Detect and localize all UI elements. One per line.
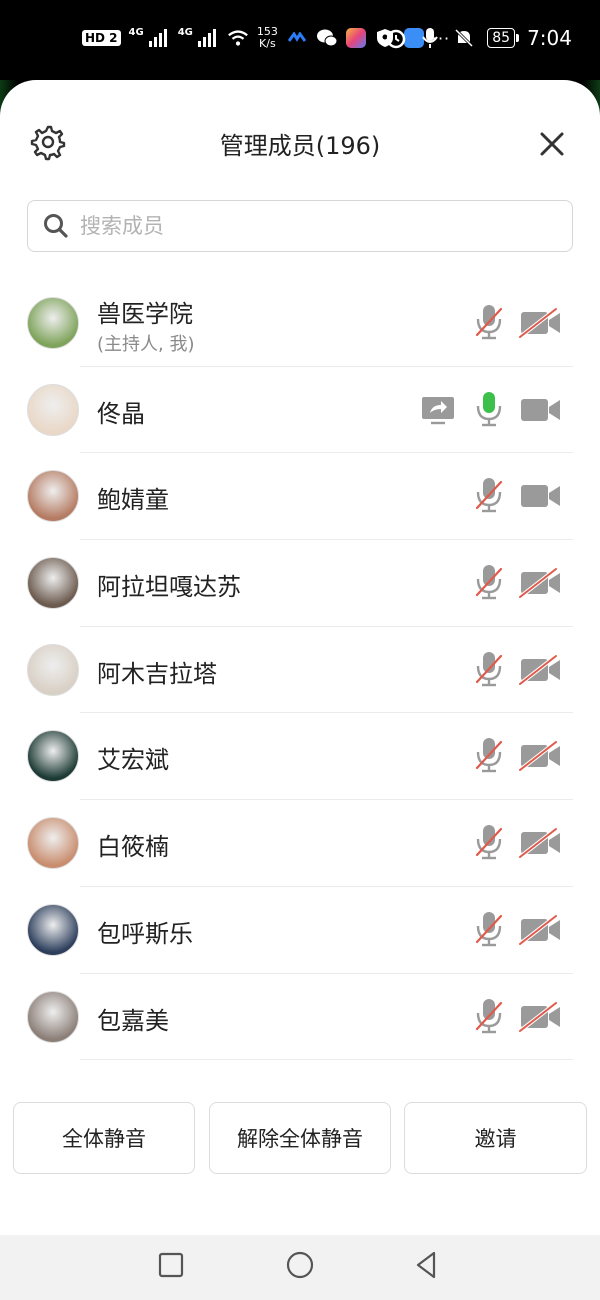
member-list: 兽医学院 (主持人, 我) 佟晶鲍婧童阿拉坦嘎达苏 阿木吉拉塔艾宏斌白筱楠包呼斯乐包嘉… bbox=[0, 280, 600, 1061]
avatar bbox=[27, 990, 79, 1043]
home-icon[interactable] bbox=[284, 1249, 316, 1281]
mic-muted-icon[interactable] bbox=[474, 476, 504, 514]
avatar bbox=[27, 903, 79, 956]
avatar bbox=[27, 297, 79, 349]
search-box[interactable] bbox=[27, 200, 573, 252]
camera-off-icon[interactable] bbox=[518, 1000, 564, 1033]
app-tile-icon bbox=[345, 28, 366, 48]
hd-badge: HD 2 bbox=[82, 30, 121, 46]
clock: 7:04 bbox=[527, 26, 572, 50]
search-icon bbox=[44, 214, 68, 238]
member-name: 阿木吉拉塔 bbox=[97, 659, 217, 688]
camera-off-icon[interactable] bbox=[518, 654, 564, 686]
status-right: 85 7:04 bbox=[385, 22, 572, 54]
screen-share-icon bbox=[420, 394, 456, 426]
member-name: 兽医学院 bbox=[97, 300, 193, 328]
member-row[interactable]: 阿木吉拉塔 bbox=[0, 627, 600, 714]
member-row[interactable]: 包呼斯乐 bbox=[0, 887, 600, 974]
wechat-icon bbox=[316, 27, 338, 49]
mic-muted-icon[interactable] bbox=[474, 997, 504, 1035]
battery-indicator: 85 bbox=[487, 28, 519, 48]
sheet-header: 管理成员(196) bbox=[0, 80, 600, 200]
avatar bbox=[27, 557, 79, 610]
mic-icon[interactable] bbox=[474, 390, 504, 428]
network-type-2: 4G bbox=[177, 26, 193, 38]
avatar bbox=[27, 730, 79, 783]
member-row[interactable]: 鲍婧童 bbox=[0, 453, 600, 541]
member-name: 佟晶 bbox=[97, 399, 145, 428]
member-role: (主持人, 我) bbox=[97, 334, 195, 355]
member-name: 鲍婧童 bbox=[97, 486, 169, 515]
avatar bbox=[27, 383, 79, 436]
system-nav-bar bbox=[0, 1235, 600, 1300]
camera-off-icon[interactable] bbox=[518, 307, 564, 339]
camera-off-icon[interactable] bbox=[518, 914, 564, 946]
speed-unit: K/s bbox=[259, 37, 276, 50]
member-name: 包呼斯乐 bbox=[97, 919, 193, 948]
mic-muted-icon[interactable] bbox=[474, 910, 504, 948]
alarm-icon bbox=[385, 27, 407, 49]
camera-off-icon[interactable] bbox=[518, 567, 564, 599]
camera-icon[interactable] bbox=[518, 394, 564, 426]
mic-muted-icon[interactable] bbox=[474, 303, 504, 341]
signal-icon-2 bbox=[197, 27, 219, 49]
mute-bell-icon bbox=[453, 27, 475, 49]
member-management-sheet: 管理成员(196) 兽医学院 (主持人, 我) 佟晶鲍婧童阿拉坦嘎达苏阿木吉拉塔艾宏… bbox=[0, 80, 600, 1235]
meeting-app-icon bbox=[286, 27, 308, 49]
recent-apps-icon[interactable] bbox=[155, 1249, 187, 1281]
member-name: 白筱楠 bbox=[97, 833, 169, 862]
avatar bbox=[27, 470, 79, 523]
back-icon[interactable] bbox=[410, 1249, 442, 1281]
network-speed: 153 K/s bbox=[257, 26, 278, 50]
wifi-icon bbox=[227, 27, 249, 49]
page-title: 管理成员(196) bbox=[219, 132, 381, 160]
member-name: 阿拉坦嘎达苏 bbox=[97, 573, 241, 602]
member-row[interactable]: 阿拉坦嘎达苏 bbox=[0, 540, 600, 627]
close-icon[interactable] bbox=[536, 128, 568, 160]
member-row[interactable]: 兽医学院 (主持人, 我) bbox=[0, 280, 600, 367]
mic-muted-icon[interactable] bbox=[474, 650, 504, 688]
mic-muted-icon[interactable] bbox=[474, 823, 504, 861]
camera-off-icon[interactable] bbox=[518, 740, 564, 773]
mic-muted-icon[interactable] bbox=[474, 736, 504, 774]
avatar bbox=[27, 817, 79, 870]
action-buttons: 全体静音 解除全体静音 邀请 bbox=[13, 1102, 587, 1176]
avatar bbox=[27, 643, 79, 696]
camera-off-icon[interactable] bbox=[518, 827, 564, 859]
member-row[interactable]: 包嘉美 bbox=[0, 974, 600, 1061]
row-divider bbox=[80, 1059, 573, 1061]
network-type-1: 4G bbox=[128, 26, 144, 38]
signal-icon bbox=[148, 27, 170, 49]
invite-button[interactable]: 邀请 bbox=[404, 1102, 587, 1174]
camera-icon[interactable] bbox=[518, 480, 564, 512]
member-row[interactable]: 艾宏斌 bbox=[0, 713, 600, 801]
microphone-status-icon bbox=[419, 27, 441, 49]
member-name: 包嘉美 bbox=[97, 1006, 169, 1035]
mic-muted-icon[interactable] bbox=[474, 563, 504, 601]
member-row[interactable]: 佟晶 bbox=[0, 367, 600, 454]
unmute-all-button[interactable]: 解除全体静音 bbox=[209, 1102, 391, 1174]
status-bar: HD 2 4G 4G 153 K/s ··· 85 7:04 bbox=[0, 0, 600, 80]
search-input[interactable] bbox=[80, 214, 550, 238]
member-name: 艾宏斌 bbox=[97, 746, 169, 775]
member-row[interactable]: 白筱楠 bbox=[0, 800, 600, 887]
mute-all-button[interactable]: 全体静音 bbox=[13, 1102, 195, 1174]
